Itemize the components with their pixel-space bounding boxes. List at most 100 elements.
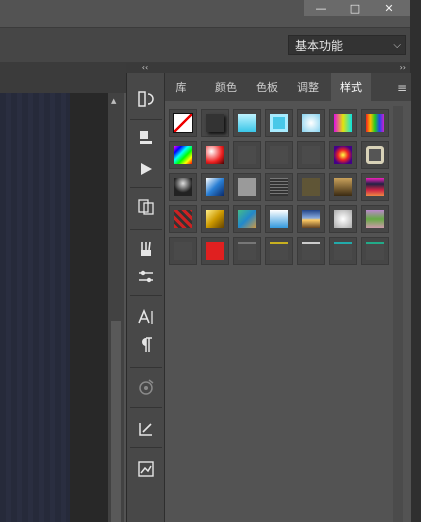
panel-scrollbar[interactable] <box>393 106 403 522</box>
style-swatch-empty-dark[interactable] <box>169 237 197 265</box>
style-swatch-yellow-line[interactable] <box>265 237 293 265</box>
style-preview <box>302 114 320 132</box>
style-preview <box>238 210 256 228</box>
panel-expand-bar[interactable]: ›› <box>164 63 410 73</box>
tab-libraries[interactable]: 库 <box>165 73 197 101</box>
actions-play-icon[interactable] <box>127 155 165 183</box>
style-swatch-gray-line[interactable] <box>233 237 261 265</box>
style-swatch-sunset-stripes[interactable] <box>361 173 389 201</box>
style-preview <box>270 178 288 196</box>
style-preview <box>270 242 288 260</box>
collapse-arrows-icon[interactable]: ‹‹ <box>142 63 148 72</box>
dock-collapse-bar[interactable]: ‹‹ <box>126 63 164 73</box>
scrollbar-thumb[interactable] <box>111 321 121 522</box>
style-swatch-chrome-black[interactable] <box>169 173 197 201</box>
style-swatch-flat-gray[interactable] <box>297 141 325 169</box>
adjust-image-icon[interactable] <box>127 455 165 483</box>
document-tab-bar <box>0 63 126 93</box>
style-swatch-dark-texture[interactable] <box>265 173 293 201</box>
style-swatch-white-glass[interactable] <box>329 205 357 233</box>
style-swatch-teal-line[interactable] <box>329 237 357 265</box>
style-swatch-shadow-gray[interactable] <box>201 109 229 137</box>
character-icon[interactable] <box>127 303 165 331</box>
tab-color[interactable]: 颜色 <box>208 73 244 101</box>
style-swatch-cyan-glass[interactable] <box>233 109 261 137</box>
style-swatch-red-fill[interactable] <box>201 237 229 265</box>
style-preview <box>206 178 224 196</box>
style-preview <box>238 146 256 164</box>
style-preview <box>302 210 320 228</box>
style-preview <box>238 114 256 132</box>
tab-swatches[interactable]: 色板 <box>249 73 285 101</box>
style-swatch-blue-chrome[interactable] <box>201 173 229 201</box>
style-preview <box>334 210 352 228</box>
document-canvas[interactable] <box>0 93 70 522</box>
style-preview <box>206 146 224 164</box>
style-preview <box>366 146 384 164</box>
style-swatch-flat-gray[interactable] <box>233 141 261 169</box>
style-swatch-silver[interactable] <box>233 173 261 201</box>
style-preview <box>270 146 288 164</box>
clone-source-icon[interactable] <box>127 193 165 221</box>
workspace-label: 基本功能 <box>295 39 344 53</box>
properties-icon[interactable] <box>127 123 165 151</box>
style-preview <box>334 114 352 132</box>
style-swatch-sunset-horizon[interactable] <box>297 205 325 233</box>
style-swatch-red-mosaic[interactable] <box>169 205 197 233</box>
document-vertical-scrollbar[interactable]: ▲ <box>108 93 124 522</box>
panel-tabs: 库 颜色 色板 调整 样式 ≡ <box>165 73 411 101</box>
style-swatch-sky-gradient[interactable] <box>265 205 293 233</box>
workspace-select[interactable]: 基本功能 ⌵ <box>288 35 406 55</box>
close-button[interactable]: ✕ <box>372 0 406 16</box>
style-preview <box>366 114 384 132</box>
style-preview <box>238 242 256 260</box>
style-swatch-sky-spark[interactable] <box>297 109 325 137</box>
style-preview <box>366 178 384 196</box>
chevron-down-icon: ⌵ <box>393 40 401 51</box>
style-preview <box>174 210 192 228</box>
maximize-button[interactable]: □ <box>338 0 372 16</box>
window-edge <box>410 0 421 522</box>
style-preview <box>206 114 224 132</box>
style-swatch-bronze-gradient[interactable] <box>329 173 357 201</box>
window-controls: — □ ✕ <box>304 0 410 16</box>
style-preview <box>366 242 384 260</box>
style-swatch-spectrum-fade[interactable] <box>329 109 357 137</box>
3d-icon[interactable] <box>127 373 165 401</box>
brush-settings-icon[interactable] <box>127 263 165 291</box>
tab-adjustments[interactable]: 调整 <box>290 73 326 101</box>
style-swatch-flat-gray[interactable] <box>265 141 293 169</box>
style-preview <box>174 178 192 196</box>
style-swatch-purple-gold[interactable] <box>361 205 389 233</box>
minimize-button[interactable]: — <box>304 0 338 16</box>
style-preview <box>174 242 192 260</box>
style-swatch-gold[interactable] <box>201 205 229 233</box>
hamburger-icon[interactable]: ≡ <box>397 81 407 95</box>
expand-arrows-icon[interactable]: ›› <box>400 63 406 72</box>
style-swatch-white-line[interactable] <box>297 237 325 265</box>
style-preview <box>206 242 224 260</box>
style-preview <box>334 242 352 260</box>
style-swatch-purple-burst[interactable] <box>329 141 357 169</box>
style-swatch-cyan-frame[interactable] <box>265 109 293 137</box>
paragraph-icon[interactable] <box>127 331 165 359</box>
style-swatch-none[interactable] <box>169 109 197 137</box>
style-swatch-red-glow[interactable] <box>201 141 229 169</box>
brushes-icon[interactable] <box>127 235 165 263</box>
tab-styles[interactable]: 样式 <box>331 73 371 101</box>
style-swatch-beige-ring[interactable] <box>361 141 389 169</box>
style-swatch-rainbow-gradient[interactable] <box>169 141 197 169</box>
style-swatch-olive[interactable] <box>297 173 325 201</box>
styles-panel-group: 库 颜色 色板 调整 样式 ≡ <box>164 73 411 522</box>
style-preview <box>366 210 384 228</box>
scroll-up-icon[interactable]: ▲ <box>111 97 116 105</box>
style-swatch-blue-mosaic[interactable] <box>233 205 261 233</box>
history-icon[interactable] <box>127 85 165 113</box>
style-preview <box>270 114 288 132</box>
style-swatch-rainbow-stripes[interactable] <box>361 109 389 137</box>
panel-dock <box>126 73 165 522</box>
style-preview <box>174 146 192 164</box>
style-swatch-green-line[interactable] <box>361 237 389 265</box>
measurement-icon[interactable] <box>127 415 165 443</box>
style-preview <box>334 178 352 196</box>
